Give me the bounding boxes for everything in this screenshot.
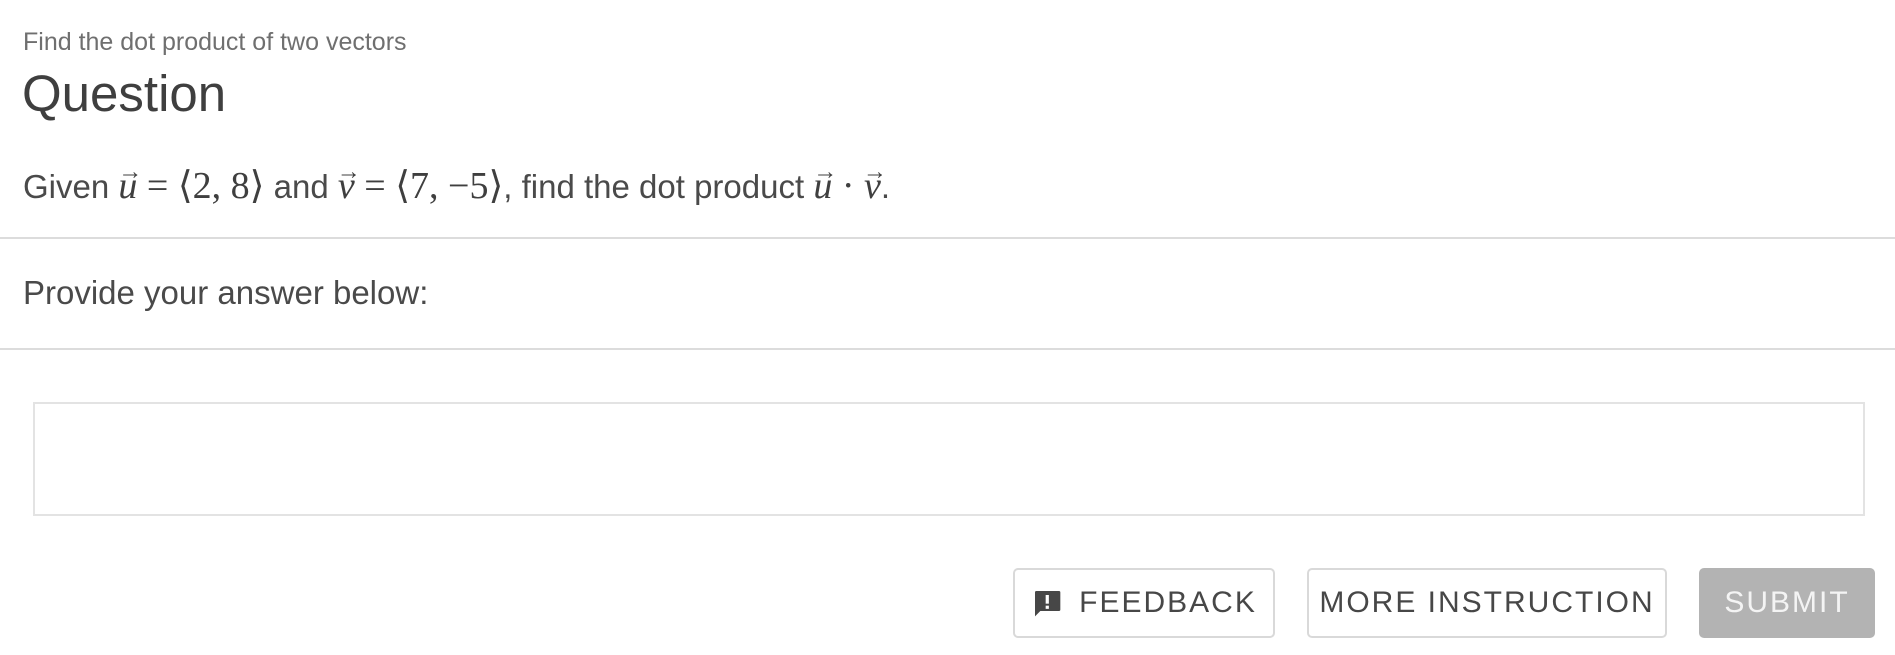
divider-top xyxy=(0,237,1895,239)
prompt-text-find: , find the dot product xyxy=(503,168,805,205)
question-page: Find the dot product of two vectors Ques… xyxy=(0,0,1895,655)
feedback-button[interactable]: FEEDBACK xyxy=(1013,568,1275,638)
vector-u-symbol: u xyxy=(118,160,137,208)
feedback-icon xyxy=(1035,591,1061,617)
answer-label: Provide your answer below: xyxy=(23,274,429,311)
more-instruction-button[interactable]: MORE INSTRUCTION xyxy=(1307,568,1667,638)
vector-u-expression: u = ⟨2, 8⟩ xyxy=(118,165,264,207)
divider-bottom xyxy=(0,348,1895,350)
vector-u-value: = ⟨2, 8⟩ xyxy=(137,165,265,207)
more-instruction-label: MORE INSTRUCTION xyxy=(1319,586,1655,619)
question-subtitle: Find the dot product of two vectors xyxy=(23,28,407,56)
page-title: Question xyxy=(22,65,227,122)
question-prompt: Given u = ⟨2, 8⟩ and v = ⟨7, −5⟩, find t… xyxy=(23,160,890,209)
answer-input[interactable] xyxy=(35,404,1863,514)
prompt-text-and: and xyxy=(273,168,329,205)
vector-v-expression: v = ⟨7, −5⟩ xyxy=(338,165,503,207)
dot-product-expression: u · v xyxy=(813,165,881,207)
prompt-text-given: Given xyxy=(23,168,110,205)
product-u-symbol: u xyxy=(813,160,832,208)
vector-v-symbol: v xyxy=(338,160,355,208)
submit-button[interactable]: SUBMIT xyxy=(1699,568,1875,638)
answer-input-box[interactable] xyxy=(33,402,1865,516)
submit-label: SUBMIT xyxy=(1724,586,1850,619)
product-v-symbol: v xyxy=(864,160,881,208)
feedback-label: FEEDBACK xyxy=(1079,586,1257,619)
vector-v-value: = ⟨7, −5⟩ xyxy=(354,165,504,207)
